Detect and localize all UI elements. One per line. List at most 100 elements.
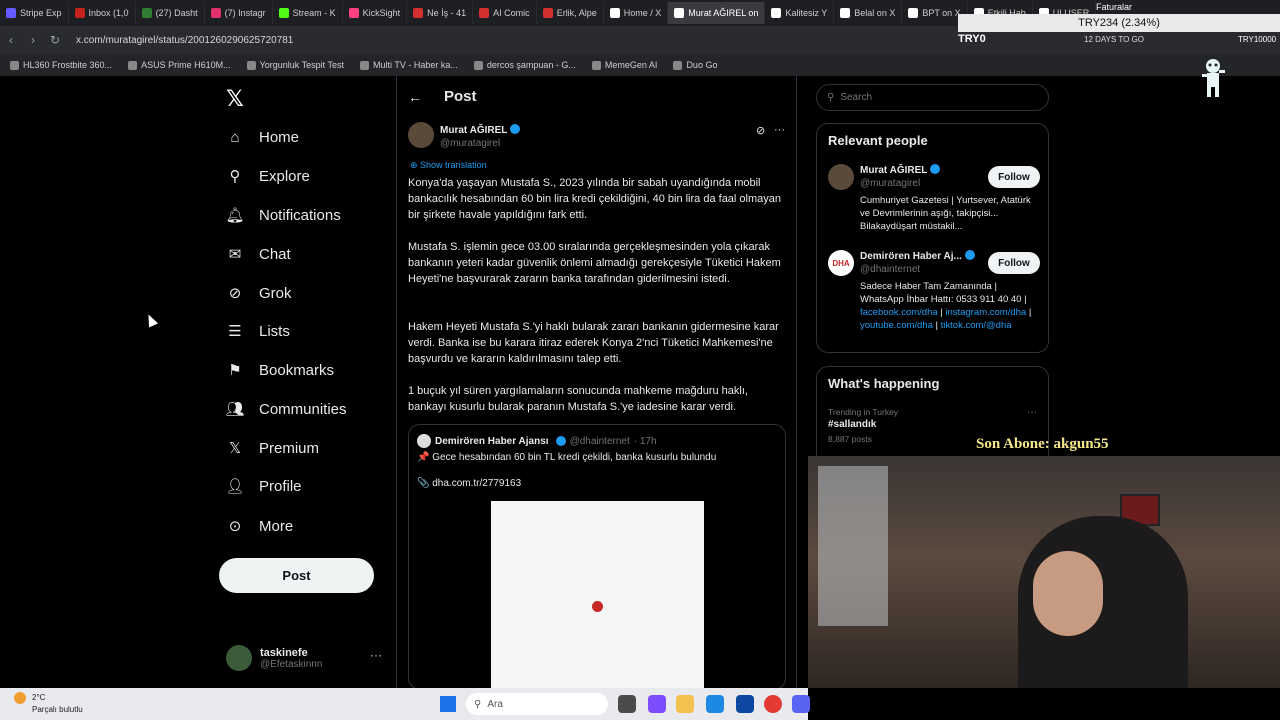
- sidebar-item-label: Bookmarks: [259, 361, 335, 379]
- post-button[interactable]: Post: [219, 558, 374, 593]
- taskbar-search[interactable]: ⚲ Ara: [466, 693, 608, 715]
- tab-favicon-icon: [278, 8, 289, 18]
- bookmark-item[interactable]: ASUS Prime H610M...: [128, 60, 231, 70]
- bio-link[interactable]: youtube.com/dha: [860, 320, 933, 331]
- sidebar-item-label: More: [259, 517, 294, 535]
- last-subscriber-label: Son Abone: akgun55: [976, 436, 1109, 452]
- author-name[interactable]: Murat AĞIREL: [440, 124, 521, 136]
- follow-button[interactable]: Follow: [988, 252, 1040, 274]
- person-name: Demirören Haber Aj...: [860, 250, 975, 262]
- account-switcher[interactable]: taskinefe @Efetaskinnn ···: [226, 642, 386, 674]
- browser-tab[interactable]: KickSight: [343, 2, 408, 24]
- bell-icon: 🔔︎: [225, 207, 245, 224]
- sidebar-item-premium[interactable]: 𝕏 Premium: [226, 439, 320, 458]
- tab-favicon-icon: [609, 8, 620, 18]
- tab-favicon-icon: [348, 8, 359, 18]
- sidebar-item-profile[interactable]: 👤︎ Profile: [225, 477, 301, 496]
- bio-link[interactable]: facebook.com/dha: [860, 307, 938, 318]
- browser-tab[interactable]: Belal on X: [834, 2, 903, 24]
- bookmark-item[interactable]: HL360 Frostbite 360...: [10, 60, 112, 70]
- more-dots-icon[interactable]: ···: [370, 648, 382, 662]
- sidebar-item-explore[interactable]: ⚲ Explore: [226, 167, 310, 186]
- browser-tab[interactable]: Stripe Exp: [0, 2, 69, 24]
- sidebar-item-more[interactable]: ⊙ More: [226, 517, 294, 536]
- sidebar-item-lists[interactable]: ☰ Lists: [226, 322, 290, 341]
- divider: [796, 76, 797, 688]
- record-dot-icon: [592, 601, 603, 612]
- browser-tab[interactable]: Ne İş - 41: [407, 2, 474, 24]
- verified-badge-icon: [510, 124, 521, 134]
- bookmark-item[interactable]: MemeGen AI: [591, 60, 657, 70]
- bookmark-item[interactable]: Duo Go: [673, 60, 717, 70]
- trend-tag[interactable]: #sallandık: [828, 419, 876, 430]
- sidebar-item-grok[interactable]: ⊘ Grok: [226, 284, 292, 303]
- sidebar-item-chat[interactable]: ✉ Chat: [226, 245, 291, 264]
- opera-icon[interactable]: [764, 695, 782, 713]
- file-explorer-icon[interactable]: [676, 695, 694, 713]
- browser-tab[interactable]: AI Comic: [473, 2, 537, 24]
- discord-icon[interactable]: [792, 695, 810, 713]
- verified-badge-icon: [555, 436, 566, 446]
- translate-icon: ⊕: [410, 160, 421, 170]
- browser-tab[interactable]: Inbox (1,0: [69, 2, 136, 24]
- back-arrow-icon[interactable]: ←: [408, 89, 422, 105]
- forward-icon[interactable]: ›: [22, 33, 44, 47]
- weather-widget[interactable]: 2°C Parçalı bulutlu: [14, 692, 83, 715]
- browser-tab[interactable]: (27) Dasht: [136, 2, 205, 24]
- quoted-post[interactable]: Demirören Haber Ajansı @dhainternet · 17…: [408, 424, 786, 690]
- bio-link[interactable]: tiktok.com/@dha: [941, 320, 1012, 331]
- tab-label: Belal on X: [854, 8, 896, 18]
- browser-tab[interactable]: Home / X: [604, 2, 669, 24]
- quoted-post-image[interactable]: [491, 501, 704, 689]
- page-title: Post: [444, 88, 477, 105]
- bookmark-label: dercos şampuan - G...: [486, 60, 576, 70]
- windows-start-icon[interactable]: [440, 696, 456, 712]
- avatar[interactable]: [408, 122, 434, 148]
- goal-target-value: TRY10000: [1238, 35, 1277, 44]
- bookmark-item[interactable]: Multi TV - Haber ka...: [360, 60, 458, 70]
- search-icon: ⚲: [229, 168, 241, 185]
- search-input[interactable]: [840, 92, 1031, 103]
- browser-tab[interactable]: Erlik, Alpe: [537, 2, 604, 24]
- browser-tab[interactable]: Murat AĞIREL on: [668, 2, 766, 24]
- browser-tab[interactable]: Kalitesiz Y: [765, 2, 835, 24]
- show-translation-link[interactable]: ⊕ Show translation: [410, 160, 487, 171]
- edge-icon[interactable]: [706, 695, 724, 713]
- browser-tab[interactable]: (7) Instagr: [205, 2, 273, 24]
- tab-label: Home / X: [623, 8, 662, 18]
- author-handle[interactable]: @muratagirel: [440, 138, 500, 149]
- avatar: [417, 434, 431, 448]
- quoted-post-link[interactable]: 📎 dha.com.tr/2779163: [417, 478, 521, 489]
- bookmark-item[interactable]: Yorgunluk Tespit Test: [246, 60, 344, 70]
- grok-icon: ⊘: [228, 285, 242, 302]
- sidebar-item-bookmarks[interactable]: ⚑ Bookmarks: [226, 361, 335, 380]
- sidebar-item-notifications[interactable]: 🔔︎ Notifications: [225, 206, 341, 225]
- browser-tab[interactable]: Stream - K: [273, 2, 343, 24]
- sidebar-item-label: Premium: [259, 439, 320, 457]
- follow-button[interactable]: Follow: [988, 166, 1040, 188]
- bio-link[interactable]: instagram.com/dha: [945, 307, 1026, 318]
- task-view-icon[interactable]: [618, 695, 636, 713]
- sidebar-item-communities[interactable]: 👥︎ Communities: [225, 400, 346, 419]
- grok-icon[interactable]: ⊘: [756, 124, 765, 137]
- tab-label: Inbox (1,0: [88, 8, 129, 18]
- goal-start-value: TRY0: [958, 33, 986, 45]
- sidebar-item-home[interactable]: ⌂ Home: [226, 128, 299, 146]
- bookmark-item[interactable]: dercos şampuan - G...: [473, 60, 576, 70]
- tab-favicon-icon: [674, 8, 685, 18]
- trend-count: 8,887 posts: [828, 434, 872, 444]
- search-box[interactable]: ⚲: [816, 84, 1049, 111]
- x-logo-icon[interactable]: 𝕏: [226, 86, 244, 112]
- address-field[interactable]: x.com/muratagirel/status/200126029062572…: [76, 35, 293, 46]
- people-icon: 👥︎: [225, 401, 245, 418]
- copilot-icon[interactable]: [648, 695, 666, 713]
- more-dots-icon[interactable]: ···: [1027, 407, 1037, 418]
- more-dots-icon[interactable]: ···: [774, 124, 785, 136]
- back-icon[interactable]: ‹: [0, 33, 22, 47]
- store-icon[interactable]: [736, 695, 754, 713]
- reload-icon[interactable]: ↻: [44, 33, 66, 47]
- tab-label: AI Comic: [493, 8, 530, 18]
- tab-label: KickSight: [362, 8, 401, 18]
- post-header: ← Post: [408, 88, 477, 105]
- sidebar-item-label: Notifications: [259, 206, 341, 224]
